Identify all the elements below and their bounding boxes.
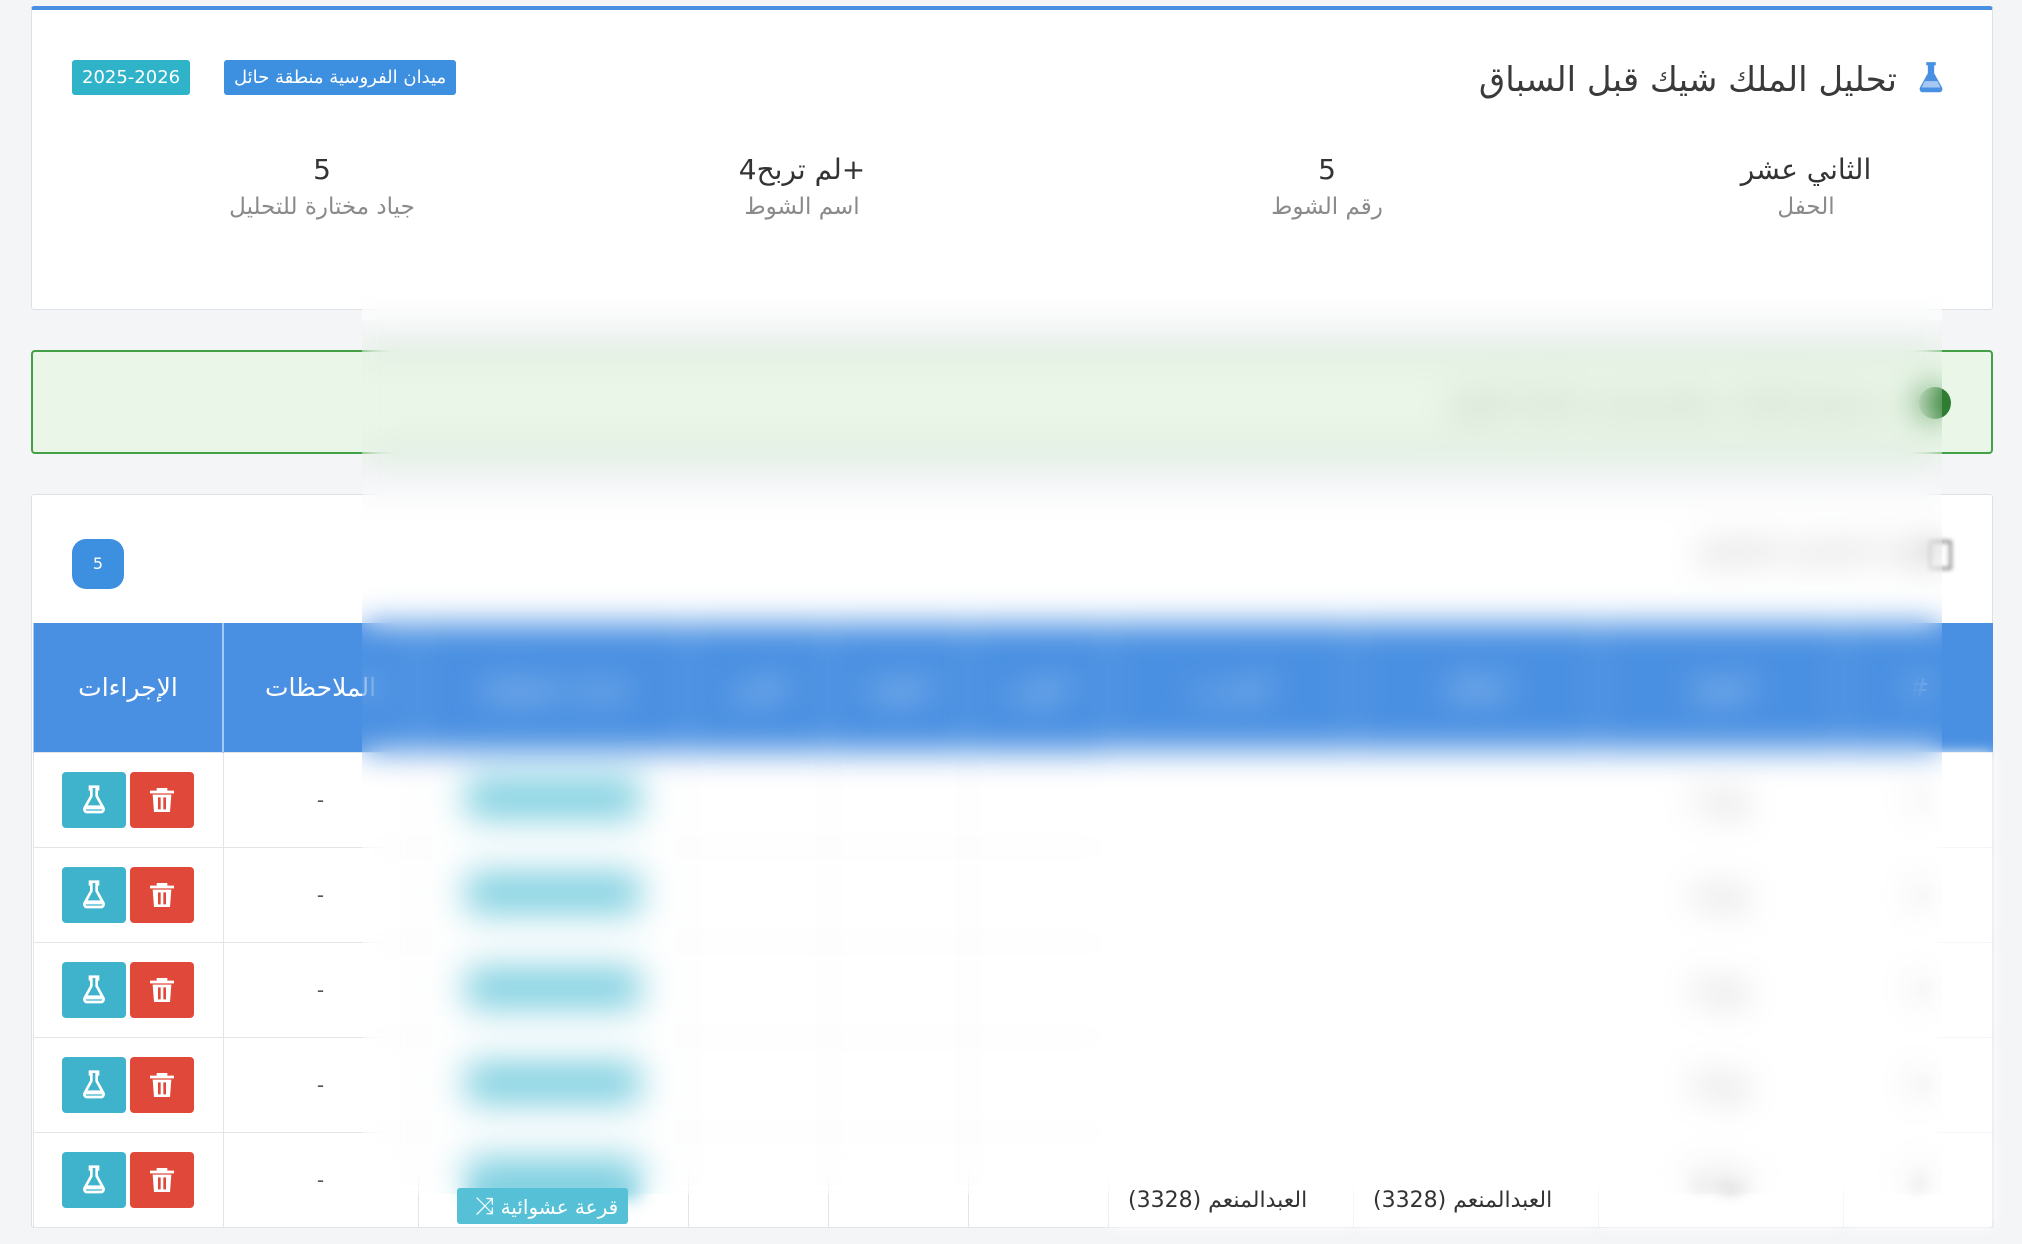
stat-race-name: لم تربح4+ اسم الشوط (652, 150, 952, 220)
page-title: تحليل الملك شيك قبل السباق (1478, 60, 1897, 100)
trash-icon (150, 1073, 174, 1097)
stat-value: 5 (1318, 153, 1336, 186)
trash-icon (150, 788, 174, 812)
random-draw-label-wrap: ⤨ قرعة عشوائية (457, 1188, 629, 1224)
stat-label: الحفل (1777, 194, 1835, 220)
analyze-button[interactable] (62, 962, 126, 1018)
stat-race-number: 5 رقم الشوط (1177, 150, 1477, 220)
season-badge: 2025-2026 (72, 60, 191, 95)
analyze-button[interactable] (62, 1152, 126, 1208)
analyze-button[interactable] (62, 867, 126, 923)
random-draw-button[interactable]: ⤨ قرعة عشوائية (457, 1188, 629, 1224)
stat-label: اسم الشوط (744, 194, 860, 220)
stat-selected-horses: 5 جياد مختارة للتحليل (172, 150, 472, 220)
flask-icon (83, 880, 105, 909)
race-info-card: تحليل الملك شيك قبل السباق ميدان الفروسي… (31, 6, 1993, 310)
flask-icon (83, 785, 105, 814)
random-draw-label: قرعة عشوائية (500, 1195, 619, 1219)
row-actions (32, 1037, 224, 1133)
delete-button[interactable] (130, 1057, 194, 1113)
stat-ceremony: الثاني عشر الحفل (1656, 150, 1956, 220)
trash-icon (150, 1168, 174, 1192)
stat-value: 5 (313, 153, 331, 186)
flask-icon (83, 1165, 105, 1194)
stat-value: الثاني عشر (1740, 153, 1872, 186)
flask-icon (83, 975, 105, 1004)
owner-visible-text: العبدالمنعم (3328) (1373, 1188, 1553, 1213)
delete-button[interactable] (130, 772, 194, 828)
trash-icon (150, 978, 174, 1002)
venue-badge: ميدان الفروسية منطقة حائل (224, 60, 457, 95)
trainer-visible-text: العبدالمنعم (3328) (1128, 1188, 1308, 1213)
delete-button[interactable] (130, 1152, 194, 1208)
stat-label: جياد مختارة للتحليل (229, 194, 415, 220)
blur-overlay (362, 297, 1942, 1194)
row-actions (32, 847, 224, 943)
count-badge: 5 (72, 539, 124, 589)
row-actions (32, 752, 224, 848)
row-actions (32, 942, 224, 1038)
analyze-button[interactable] (62, 772, 126, 828)
col-actions: الإجراءات (32, 623, 223, 753)
analyze-button[interactable] (62, 1057, 126, 1113)
stat-value: لم تربح4+ (738, 153, 866, 186)
stat-label: رقم الشوط (1271, 194, 1383, 220)
flask-icon (83, 1070, 105, 1099)
flask-icon (1919, 62, 1943, 93)
shuffle-icon: ⤨ (475, 1192, 495, 1220)
trash-icon (150, 883, 174, 907)
delete-button[interactable] (130, 962, 194, 1018)
delete-button[interactable] (130, 867, 194, 923)
row-actions (32, 1132, 224, 1228)
